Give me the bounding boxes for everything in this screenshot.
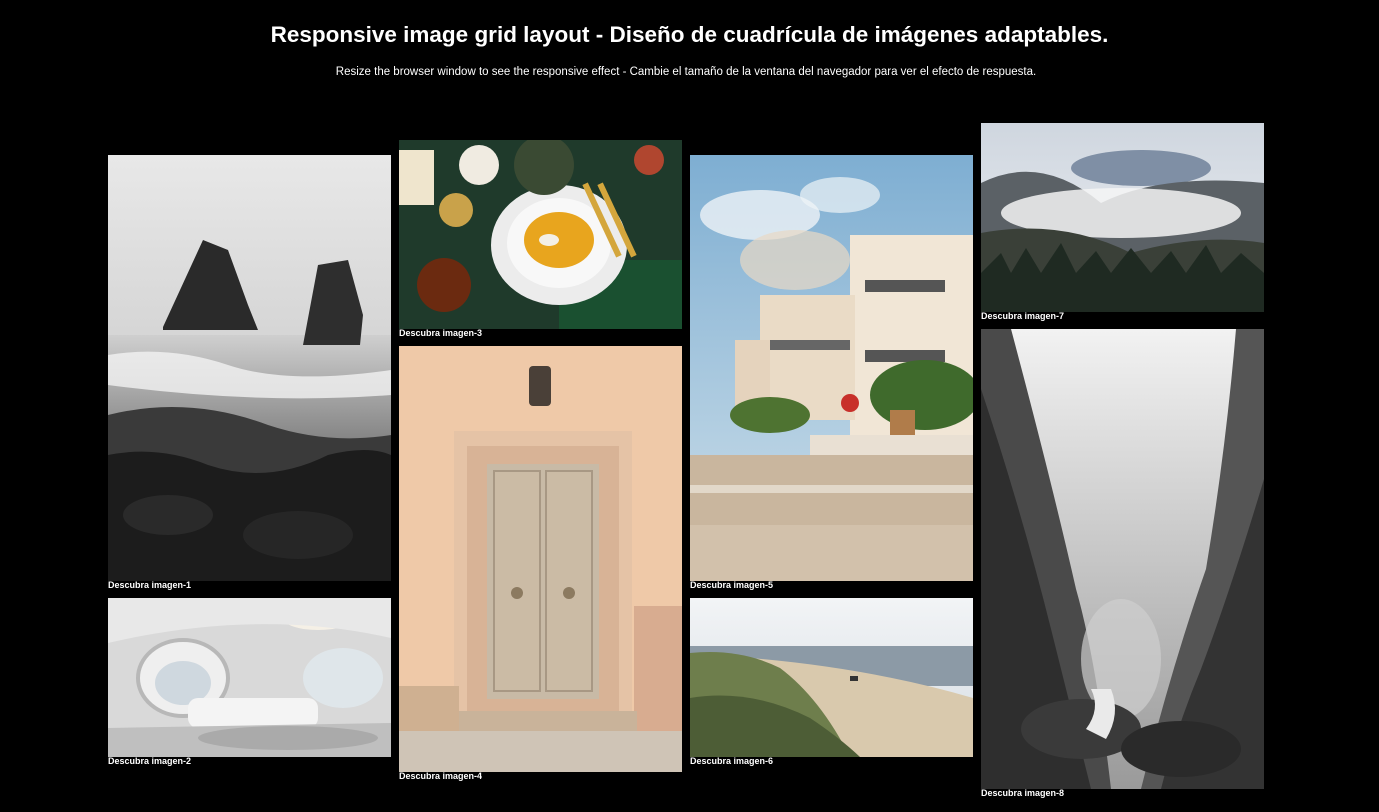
misty-mountains-photo[interactable] bbox=[981, 123, 1264, 312]
coastal-rocks-photo[interactable] bbox=[108, 155, 391, 581]
wooden-door-photo[interactable] bbox=[399, 346, 682, 772]
futuristic-bedroom-photo[interactable] bbox=[108, 598, 391, 757]
image-caption: Descubra imagen-7 bbox=[981, 311, 1065, 321]
image-caption: Descubra imagen-6 bbox=[690, 756, 774, 766]
image-caption: Descubra imagen-2 bbox=[108, 756, 192, 766]
beach-dunes-photo[interactable] bbox=[690, 598, 973, 757]
image-caption: Descubra imagen-8 bbox=[981, 788, 1065, 798]
gallery-item-6[interactable]: Descubra imagen-6 bbox=[690, 598, 973, 768]
foggy-canyon-photo[interactable] bbox=[981, 329, 1264, 789]
image-caption: Descubra imagen-1 bbox=[108, 580, 192, 590]
gallery-item-5[interactable]: Descubra imagen-5 bbox=[690, 155, 973, 591]
gallery-item-2[interactable]: Descubra imagen-2 bbox=[108, 598, 391, 768]
gallery-item-7[interactable]: Descubra imagen-7 bbox=[981, 123, 1264, 323]
image-caption: Descubra imagen-3 bbox=[399, 328, 483, 338]
gallery-item-3[interactable]: Descubra imagen-3 bbox=[399, 140, 682, 340]
image-caption: Descubra imagen-5 bbox=[690, 580, 774, 590]
gallery-item-4[interactable]: Descubra imagen-4 bbox=[399, 346, 682, 783]
page-title: Responsive image grid layout - Diseño de… bbox=[270, 22, 1109, 47]
street-building-photo[interactable] bbox=[690, 155, 973, 581]
table-setting-photo[interactable] bbox=[399, 140, 682, 329]
page-subtitle: Resize the browser window to see the res… bbox=[335, 66, 1037, 78]
image-caption: Descubra imagen-4 bbox=[399, 771, 483, 781]
gallery-item-1[interactable]: Descubra imagen-1 bbox=[108, 155, 391, 591]
gallery-item-8[interactable]: Descubra imagen-8 bbox=[981, 329, 1264, 801]
